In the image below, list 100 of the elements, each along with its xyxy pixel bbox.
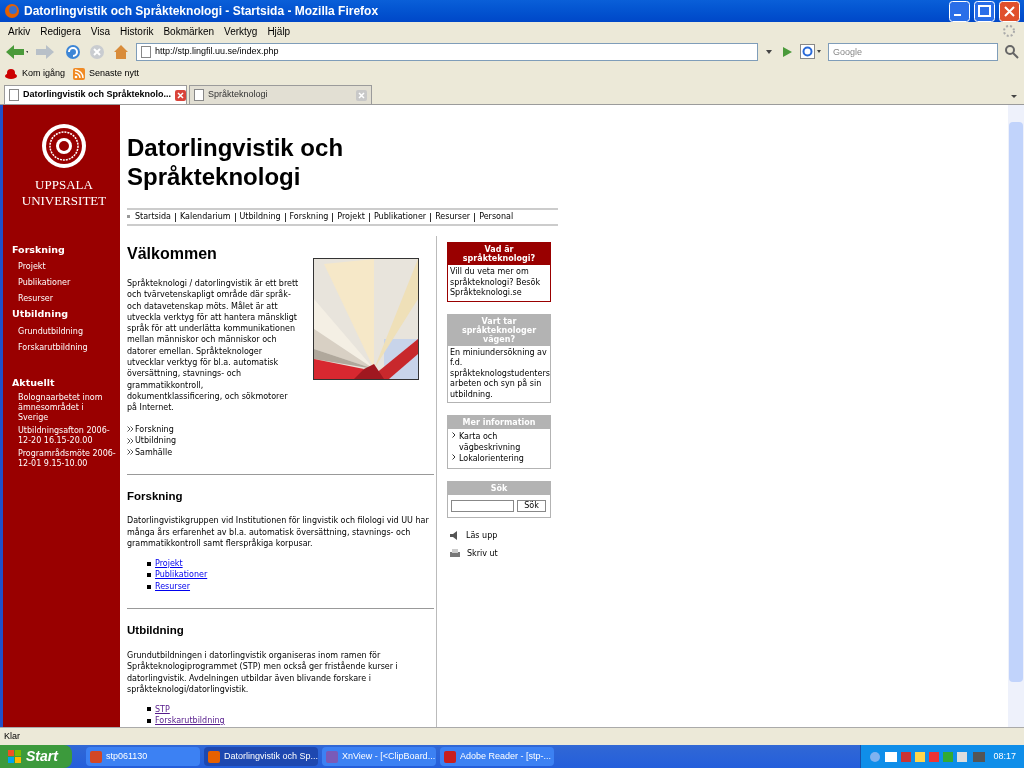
scrollbar[interactable] bbox=[1008, 105, 1024, 727]
taskbar-button[interactable]: Datorlingvistik och Sp... bbox=[204, 747, 318, 766]
box-text: Vill du veta mer om språkteknologi? Besök Språkteknologi.se bbox=[450, 267, 542, 299]
bullet-icon bbox=[147, 584, 151, 589]
search-icon[interactable] bbox=[1004, 43, 1020, 60]
bullet-icon bbox=[147, 707, 151, 712]
google-icon[interactable] bbox=[800, 43, 823, 60]
text-link[interactable]: Lokalorientering bbox=[459, 454, 524, 465]
browser-tab[interactable]: Språkteknologi bbox=[189, 85, 372, 104]
taskbar-button[interactable]: Adobe Reader - [stp-... bbox=[440, 747, 554, 766]
sidebar-item[interactable]: Resurser bbox=[12, 293, 116, 306]
section-text: Grundutbildningen i datorlingvistik organiseras inom ramen för Språkteknologiprogrammet (STP) men också ger fristående kurser i datorlingvistik. Avdelningen utbildar även blivande forskare i språkteknologi/datorlingvistik. bbox=[127, 649, 399, 696]
back-icon[interactable] bbox=[4, 42, 28, 61]
box-heading: Mer information bbox=[448, 416, 550, 429]
text-link[interactable]: Samhälle bbox=[135, 446, 173, 459]
news-item[interactable]: Utbildningsafton 2006-12-20 16.15-20.00 bbox=[12, 425, 116, 446]
browser-tab[interactable]: Datorlingvistik och Språkteknolo... bbox=[4, 85, 187, 104]
bookmark-item[interactable]: Kom igång bbox=[4, 67, 66, 81]
reload-icon[interactable] bbox=[64, 42, 82, 61]
news-item[interactable]: Bolognaarbetet inom ämnesområdet i Sverige bbox=[12, 392, 116, 423]
chevron-icon bbox=[127, 437, 134, 444]
box-heading: Sök bbox=[448, 481, 550, 495]
address-field[interactable]: http://stp.lingfil.uu.se/index.php bbox=[136, 42, 759, 61]
sidebar-item[interactable]: Forskarutbildning bbox=[12, 341, 116, 354]
menu-item[interactable]: Bokmärken bbox=[163, 23, 215, 39]
news-item[interactable]: Programrådsmöte 2006-12-01 9.15-10.00 bbox=[12, 448, 116, 469]
minimize-button[interactable] bbox=[949, 0, 970, 22]
text-link[interactable]: Projekt bbox=[155, 557, 183, 570]
nav-link[interactable]: Personal bbox=[479, 211, 514, 223]
nav-link[interactable]: Publikationer bbox=[373, 211, 427, 223]
chevron-icon bbox=[127, 426, 134, 433]
search-field[interactable]: Google bbox=[828, 42, 998, 61]
taskbar-button[interactable]: XnView - [<ClipBoard... bbox=[322, 747, 436, 766]
page-title: Datorlingvistik och Språkteknologi bbox=[127, 133, 345, 191]
menu-item[interactable]: Hjälp bbox=[267, 23, 291, 39]
logo-text: UPPSALA bbox=[34, 177, 94, 193]
app-icon bbox=[326, 750, 338, 763]
sidebar-item[interactable]: Grundutbildning bbox=[12, 325, 116, 338]
throbber-icon bbox=[1002, 24, 1016, 38]
tool-link[interactable]: Läs upp bbox=[447, 529, 558, 542]
section-heading: Utbildning bbox=[127, 623, 185, 639]
nav-link[interactable]: Kalendarium bbox=[179, 211, 231, 223]
text-link[interactable]: Utbildning bbox=[135, 435, 177, 447]
chevron-icon bbox=[452, 432, 456, 438]
text-link[interactable]: STP bbox=[155, 703, 170, 716]
maximize-button[interactable] bbox=[974, 0, 995, 22]
bullet-icon bbox=[147, 718, 151, 723]
menu-item[interactable]: Visa bbox=[90, 23, 111, 39]
taskbar-button[interactable]: stp061130 bbox=[86, 747, 200, 766]
bullet-icon bbox=[127, 215, 131, 219]
sidebar-heading[interactable]: Forskning bbox=[12, 243, 116, 258]
text-link[interactable]: Forskning bbox=[135, 423, 174, 436]
section-heading: Forskning bbox=[127, 489, 184, 505]
section-heading: Välkommen bbox=[127, 244, 218, 264]
nav-link[interactable]: Projekt bbox=[337, 211, 365, 223]
tab-close-icon[interactable] bbox=[175, 89, 187, 101]
sidebar-item[interactable]: Projekt bbox=[12, 261, 116, 274]
page-icon bbox=[141, 45, 151, 58]
firefox-icon bbox=[4, 3, 20, 19]
chevron-icon bbox=[127, 449, 134, 456]
nav-link[interactable]: Startsida bbox=[135, 211, 171, 223]
speaker-icon bbox=[449, 530, 460, 541]
tool-link[interactable]: Skriv ut bbox=[447, 547, 558, 560]
text-link[interactable]: Publikationer bbox=[155, 569, 208, 581]
app-icon bbox=[90, 750, 102, 763]
section-text: Datorlingvistikgruppen vid Institutionen för lingvistik och filologi vid UU har många års erfarenhet av bl.a. automatisk översättning, stavnings- och grammatikkontroll samt flerspråkiga korpusar. bbox=[127, 515, 430, 550]
menu-item[interactable]: Historik bbox=[120, 23, 154, 39]
status-text: Klar bbox=[4, 729, 20, 743]
nav-link[interactable]: Forskning bbox=[289, 211, 329, 223]
chevron-icon bbox=[452, 454, 456, 460]
university-seal-icon bbox=[41, 123, 87, 169]
text-link[interactable]: Forskarutbildning bbox=[155, 715, 225, 727]
logo-text: UNIVERSITET bbox=[21, 193, 107, 209]
nav-link[interactable]: Resurser bbox=[435, 211, 471, 223]
box-heading: Vart tar språkteknologer vägen? bbox=[448, 314, 550, 346]
window-title: Datorlingvistik och Språkteknologi - Startsida - Mozilla Firefox bbox=[24, 3, 380, 20]
close-button[interactable] bbox=[999, 0, 1020, 22]
sidebar-heading[interactable]: Utbildning bbox=[12, 307, 116, 322]
search-button[interactable]: Sök bbox=[517, 499, 546, 512]
menu-item[interactable]: Verktyg bbox=[224, 23, 258, 39]
menu-item[interactable]: Arkiv bbox=[8, 23, 31, 39]
sidebar-heading[interactable]: Aktuellt bbox=[12, 375, 116, 390]
box-heading: Vad är språkteknologi? bbox=[448, 243, 550, 265]
search-field[interactable] bbox=[451, 499, 514, 512]
home-icon[interactable] bbox=[112, 42, 130, 61]
start-button[interactable]: Start bbox=[0, 745, 72, 768]
clock: 08:17 bbox=[993, 749, 1016, 763]
bullet-icon bbox=[147, 573, 151, 578]
menu-item[interactable]: Redigera bbox=[40, 23, 81, 39]
app-icon bbox=[208, 750, 220, 763]
sidebar-item[interactable]: Publikationer bbox=[12, 277, 116, 290]
welcome-text: Språkteknologi / datorlingvistik är ett brett och tvärvetenskapligt område där språk- och datavetenskap möts. Målet är att utveckla verktyg för att hantera mänskligt språk för att underlätta kommunikationen mellan människor och människor och datorer emellan. Språkteknologer utvecklar verktyg för bl.a. automatisk översättning, stavnings- och grammatikkontroll, dokumentklassificering, och sökmotorer på Internet. bbox=[127, 278, 299, 414]
hat-icon bbox=[4, 68, 18, 80]
bookmark-item[interactable]: Senaste nytt bbox=[73, 67, 140, 81]
app-icon bbox=[444, 750, 456, 763]
box-text: En miniundersökning av f.d. språkteknologstudenters arbeten och syn på sin utbildning. bbox=[450, 347, 548, 400]
nav-link[interactable]: Utbildning bbox=[239, 211, 281, 223]
windows-logo-icon bbox=[8, 749, 22, 764]
text-link[interactable]: Resurser bbox=[155, 580, 191, 593]
text-link[interactable]: Karta och vägbeskrivning bbox=[459, 432, 548, 453]
